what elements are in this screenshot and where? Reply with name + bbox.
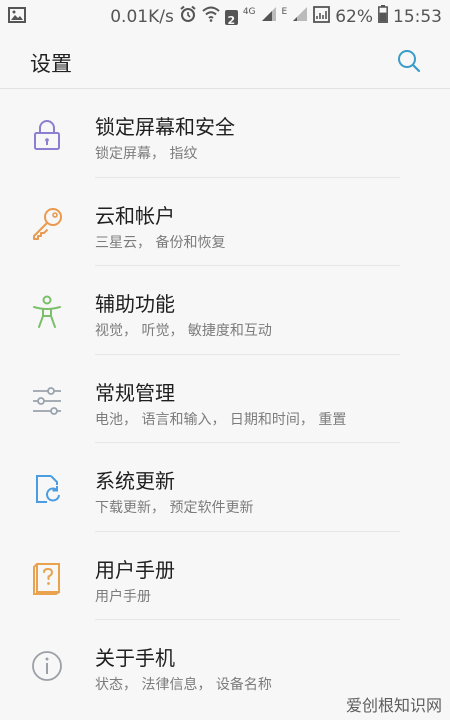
battery-icon [378,5,388,29]
setting-lock-screen-security[interactable]: 锁定屏幕和安全 锁定屏幕， 指纹 [0,89,450,178]
setting-subtitle: 电池， 语言和输入， 日期和时间， 重置 [95,411,347,428]
setting-title: 辅助功能 [95,292,175,316]
lock-icon [34,120,60,150]
network-speed: 0.01K/s [110,7,174,27]
setting-subtitle: 下载更新， 预定软件更新 [95,500,254,516]
status-bar: 0.01K/s 2 4G E 62% 15:53 [0,0,450,34]
setting-title: 云和帐户 [95,203,175,228]
accessibility-icon [33,295,61,328]
setting-cloud-accounts[interactable]: 云和帐户 三星云， 备份和恢复 [0,178,450,266]
setting-subtitle: 视觉， 听觉， 敏捷度和互动 [95,323,272,339]
header: 设置 [0,34,450,88]
clock: 15:53 [393,7,442,27]
info-icon [32,651,62,681]
setting-title: 用户手册 [95,557,175,582]
gallery-notification-icon [8,7,26,28]
wifi-icon [202,6,220,28]
signal-icon [261,6,277,28]
page-title: 设置 [30,52,72,76]
sliders-icon [33,386,61,415]
setting-title: 系统更新 [95,469,175,493]
setting-software-update[interactable]: 系统更新 下载更新， 预定软件更新 [0,443,450,532]
setting-subtitle: 三星云， 备份和恢复 [95,234,226,251]
setting-user-manual[interactable]: 用户手册 用户手册 [0,532,450,620]
alarm-icon [179,5,197,29]
setting-title: 关于手机 [95,646,175,670]
settings-screen: 0.01K/s 2 4G E 62% 15:53 设置 锁定屏幕和安全 锁定屏幕… [0,0,450,720]
setting-subtitle: 状态， 法律信息， 设备名称 [95,677,272,693]
sim-letter: E [281,7,288,17]
setting-title: 锁定屏幕和安全 [95,115,235,139]
net-type-label: 4G [242,7,256,17]
search-button[interactable] [394,46,424,76]
status-icons: 0.01K/s 2 4G E 62% 15:53 [110,5,442,29]
battery-percent: 62% [335,7,373,27]
setting-title: 常规管理 [95,380,175,405]
signal-icon-2 [292,6,308,28]
settings-list: 锁定屏幕和安全 锁定屏幕， 指纹 云和帐户 三星云， 备份和恢复 辅助功能 视觉… [0,89,450,709]
search-icon [398,50,421,73]
setting-accessibility[interactable]: 辅助功能 视觉， 听觉， 敏捷度和互动 [0,266,450,355]
setting-subtitle: 用户手册 [95,588,151,605]
screenshot-notification-icon [313,5,331,29]
user-manual-icon [33,562,60,595]
sim-badge: 2 [224,9,238,27]
system-update-icon [36,475,60,503]
setting-general-management[interactable]: 常规管理 电池， 语言和输入， 日期和时间， 重置 [0,355,450,443]
watermark: 爱创根知识网 [345,696,442,715]
key-icon [33,207,62,240]
setting-subtitle: 锁定屏幕， 指纹 [95,146,198,162]
